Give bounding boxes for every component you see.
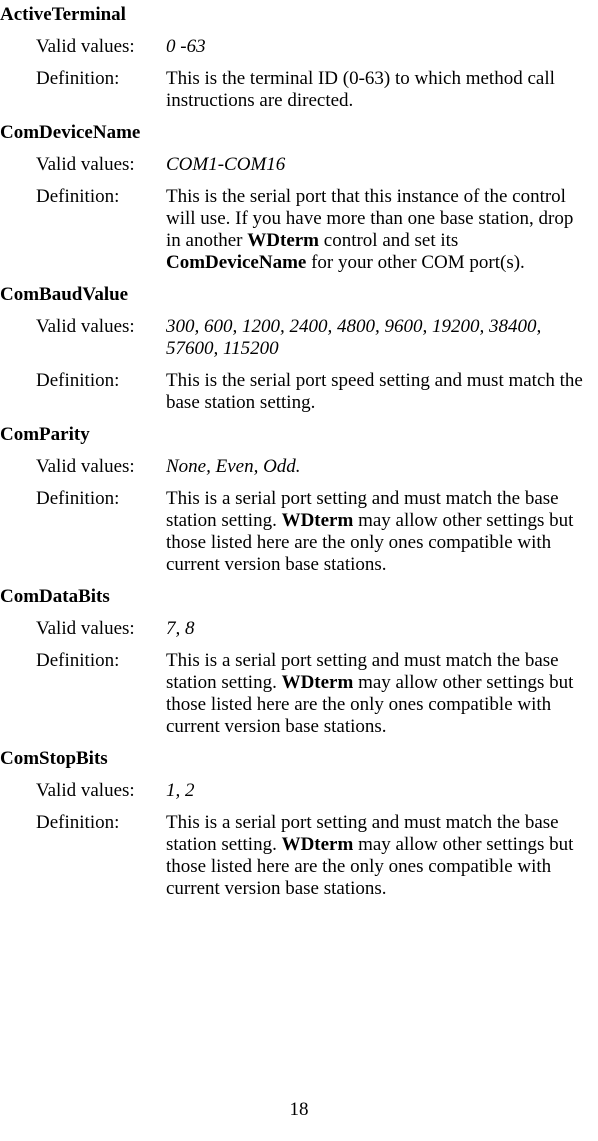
definition-text: This is a serial port setting and must m… bbox=[166, 488, 590, 576]
definition-row: Definition:This is the terminal ID (0-63… bbox=[36, 68, 590, 112]
definition-text: This is the terminal ID (0-63) to which … bbox=[166, 68, 590, 112]
valid-values-text: COM1-COM16 bbox=[166, 154, 590, 176]
property-heading: ComDeviceName bbox=[0, 122, 590, 144]
definition-label: Definition: bbox=[36, 370, 166, 414]
definition-text: This is the serial port that this instan… bbox=[166, 186, 590, 274]
valid-values-text: 7, 8 bbox=[166, 618, 590, 640]
definition-label: Definition: bbox=[36, 812, 166, 900]
definition-label: Definition: bbox=[36, 650, 166, 738]
valid-values-row: Valid values:COM1-COM16 bbox=[36, 154, 590, 176]
valid-values-row: Valid values:1, 2 bbox=[36, 780, 590, 802]
property-heading: ComDataBits bbox=[0, 586, 590, 608]
property-heading: ComParity bbox=[0, 424, 590, 446]
valid-values-label: Valid values: bbox=[36, 780, 166, 802]
valid-values-text: 0 -63 bbox=[166, 36, 590, 58]
valid-values-row: Valid values:300, 600, 1200, 2400, 4800,… bbox=[36, 316, 590, 360]
valid-values-row: Valid values:None, Even, Odd. bbox=[36, 456, 590, 478]
definition-row: Definition:This is the serial port speed… bbox=[36, 370, 590, 414]
definition-label: Definition: bbox=[36, 68, 166, 112]
page-number: 18 bbox=[0, 1099, 598, 1121]
property-heading: ComStopBits bbox=[0, 748, 590, 770]
definition-row: Definition:This is a serial port setting… bbox=[36, 812, 590, 900]
definition-text: This is a serial port setting and must m… bbox=[166, 812, 590, 900]
valid-values-text: 300, 600, 1200, 2400, 4800, 9600, 19200,… bbox=[166, 316, 590, 360]
definition-row: Definition:This is a serial port setting… bbox=[36, 650, 590, 738]
valid-values-label: Valid values: bbox=[36, 154, 166, 176]
valid-values-label: Valid values: bbox=[36, 456, 166, 478]
property-heading: ActiveTerminal bbox=[0, 4, 590, 26]
property-heading: ComBaudValue bbox=[0, 284, 590, 306]
valid-values-text: 1, 2 bbox=[166, 780, 590, 802]
valid-values-row: Valid values: 0 -63 bbox=[36, 36, 590, 58]
definition-text: This is a serial port setting and must m… bbox=[166, 650, 590, 738]
definition-row: Definition:This is a serial port setting… bbox=[36, 488, 590, 576]
definition-label: Definition: bbox=[36, 488, 166, 576]
definition-label: Definition: bbox=[36, 186, 166, 274]
valid-values-label: Valid values: bbox=[36, 618, 166, 640]
valid-values-label: Valid values: bbox=[36, 36, 166, 58]
valid-values-row: Valid values:7, 8 bbox=[36, 618, 590, 640]
definition-row: Definition:This is the serial port that … bbox=[36, 186, 590, 274]
valid-values-text: None, Even, Odd. bbox=[166, 456, 590, 478]
definition-text: This is the serial port speed setting an… bbox=[166, 370, 590, 414]
valid-values-label: Valid values: bbox=[36, 316, 166, 360]
